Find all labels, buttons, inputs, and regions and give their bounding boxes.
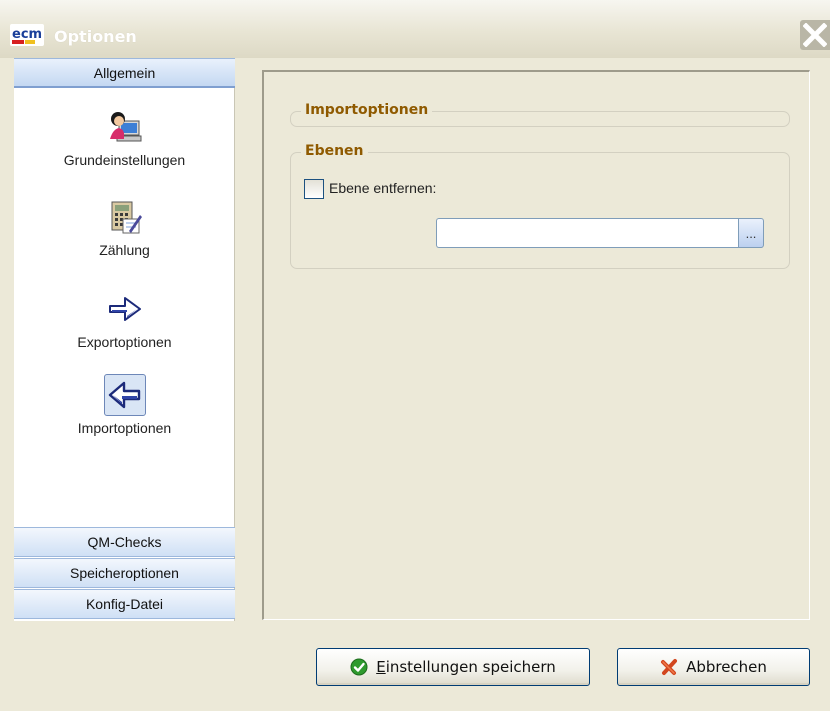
remove-layer-label: Ebene entfernen: <box>329 180 437 196</box>
arrow-left-icon <box>104 374 146 416</box>
save-settings-label: Einstellungen speichern <box>376 658 556 676</box>
nav-item-label: Importoptionen <box>77 420 172 436</box>
group-title: Ebenen <box>301 143 368 159</box>
nav-section-allgemein[interactable]: Allgemein <box>14 58 235 88</box>
calculator-icon <box>104 196 146 238</box>
options-navigation: Allgemein Grundeinstellungen Zählung Exp… <box>14 58 235 621</box>
check-icon <box>350 658 368 676</box>
nav-section-label: Allgemein <box>93 64 156 81</box>
cancel-label: Abbrechen <box>686 658 767 676</box>
svg-text:ecm: ecm <box>12 27 42 42</box>
nav-section-speicheroptionen[interactable]: Speicheroptionen <box>14 558 235 588</box>
nav-item-label: Exportoptionen <box>77 334 172 350</box>
nav-item-importoptionen[interactable]: Importoptionen <box>14 374 235 456</box>
ecm-logo-icon: ecm <box>10 24 44 46</box>
layer-path-input[interactable] <box>436 218 740 248</box>
nav-section-konfig-datei[interactable]: Konfig-Datei <box>14 589 235 619</box>
nav-item-exportoptionen[interactable]: Exportoptionen <box>14 288 235 370</box>
browse-button[interactable]: ... <box>738 218 764 248</box>
options-dialog: ecm Optionen Allgemein Grundeinstellunge… <box>0 0 830 711</box>
nav-item-label: Zählung <box>99 242 150 258</box>
title-bar: ecm Optionen <box>0 0 830 58</box>
close-button[interactable] <box>800 20 830 50</box>
remove-layer-checkbox[interactable] <box>304 179 324 199</box>
nav-item-label: Grundeinstellungen <box>63 152 186 168</box>
nav-item-grundeinstellungen[interactable]: Grundeinstellungen <box>14 106 235 188</box>
save-settings-button[interactable]: Einstellungen speichern <box>316 648 590 686</box>
nav-section-label: Konfig-Datei <box>85 596 164 612</box>
nav-item-zaehlung[interactable]: Zählung <box>14 196 235 278</box>
nav-section-qm-checks[interactable]: QM-Checks <box>14 527 235 557</box>
nav-section-label: QM-Checks <box>87 534 162 550</box>
user-computer-icon <box>104 106 146 148</box>
group-ebenen: Ebenen <box>290 143 790 269</box>
close-icon <box>803 23 827 47</box>
cancel-button[interactable]: Abbrechen <box>617 648 810 686</box>
window-title: Optionen <box>54 27 137 46</box>
nav-section-label: Speicheroptionen <box>70 565 179 581</box>
group-title: Importoptionen <box>301 102 433 118</box>
arrow-right-icon <box>104 288 146 330</box>
group-importoptionen: Importoptionen <box>290 102 790 127</box>
cross-icon <box>661 659 678 675</box>
